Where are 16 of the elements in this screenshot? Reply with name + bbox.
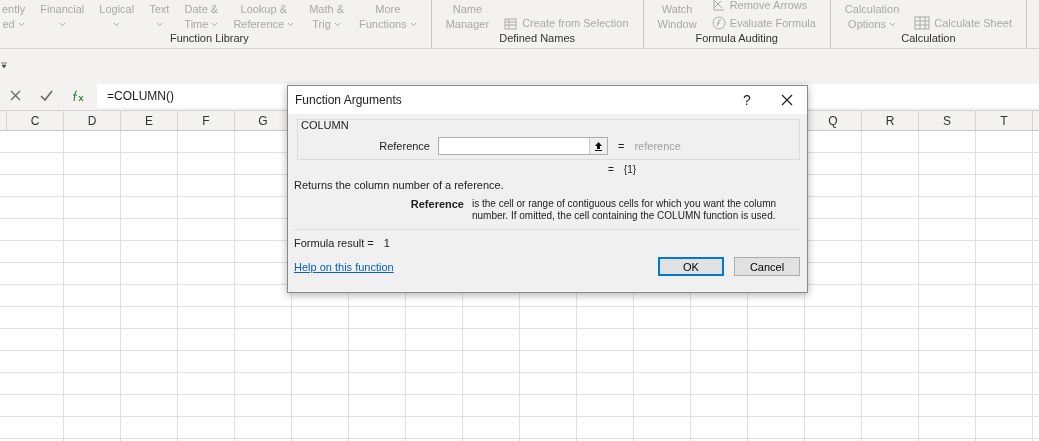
group-label: Formula Auditing (694, 32, 779, 46)
argument-label: Reference (378, 140, 430, 152)
argument-help-text: is the cell or range of contiguous cells for which you want the column number. If omitted, the cell containing the COLUMN function is used. (472, 198, 778, 222)
function-description: Returns the column number of a reference. (294, 179, 505, 191)
formula-result-value: 1 (383, 237, 390, 249)
dialog-title: Function Arguments (295, 93, 403, 107)
equals-sign: = (618, 140, 625, 152)
function-name: COLUMN (301, 119, 349, 131)
group-label: Function Library (168, 32, 250, 46)
group-label: Calculation (900, 32, 957, 46)
argument-help-label: Reference (409, 198, 464, 212)
formula-result-label: Formula result = (294, 237, 374, 249)
group-label: Defined Names (498, 32, 576, 46)
equals-sign: = (608, 164, 614, 175)
result-preview: {1} (623, 164, 637, 175)
argument-hint: reference (634, 140, 681, 152)
